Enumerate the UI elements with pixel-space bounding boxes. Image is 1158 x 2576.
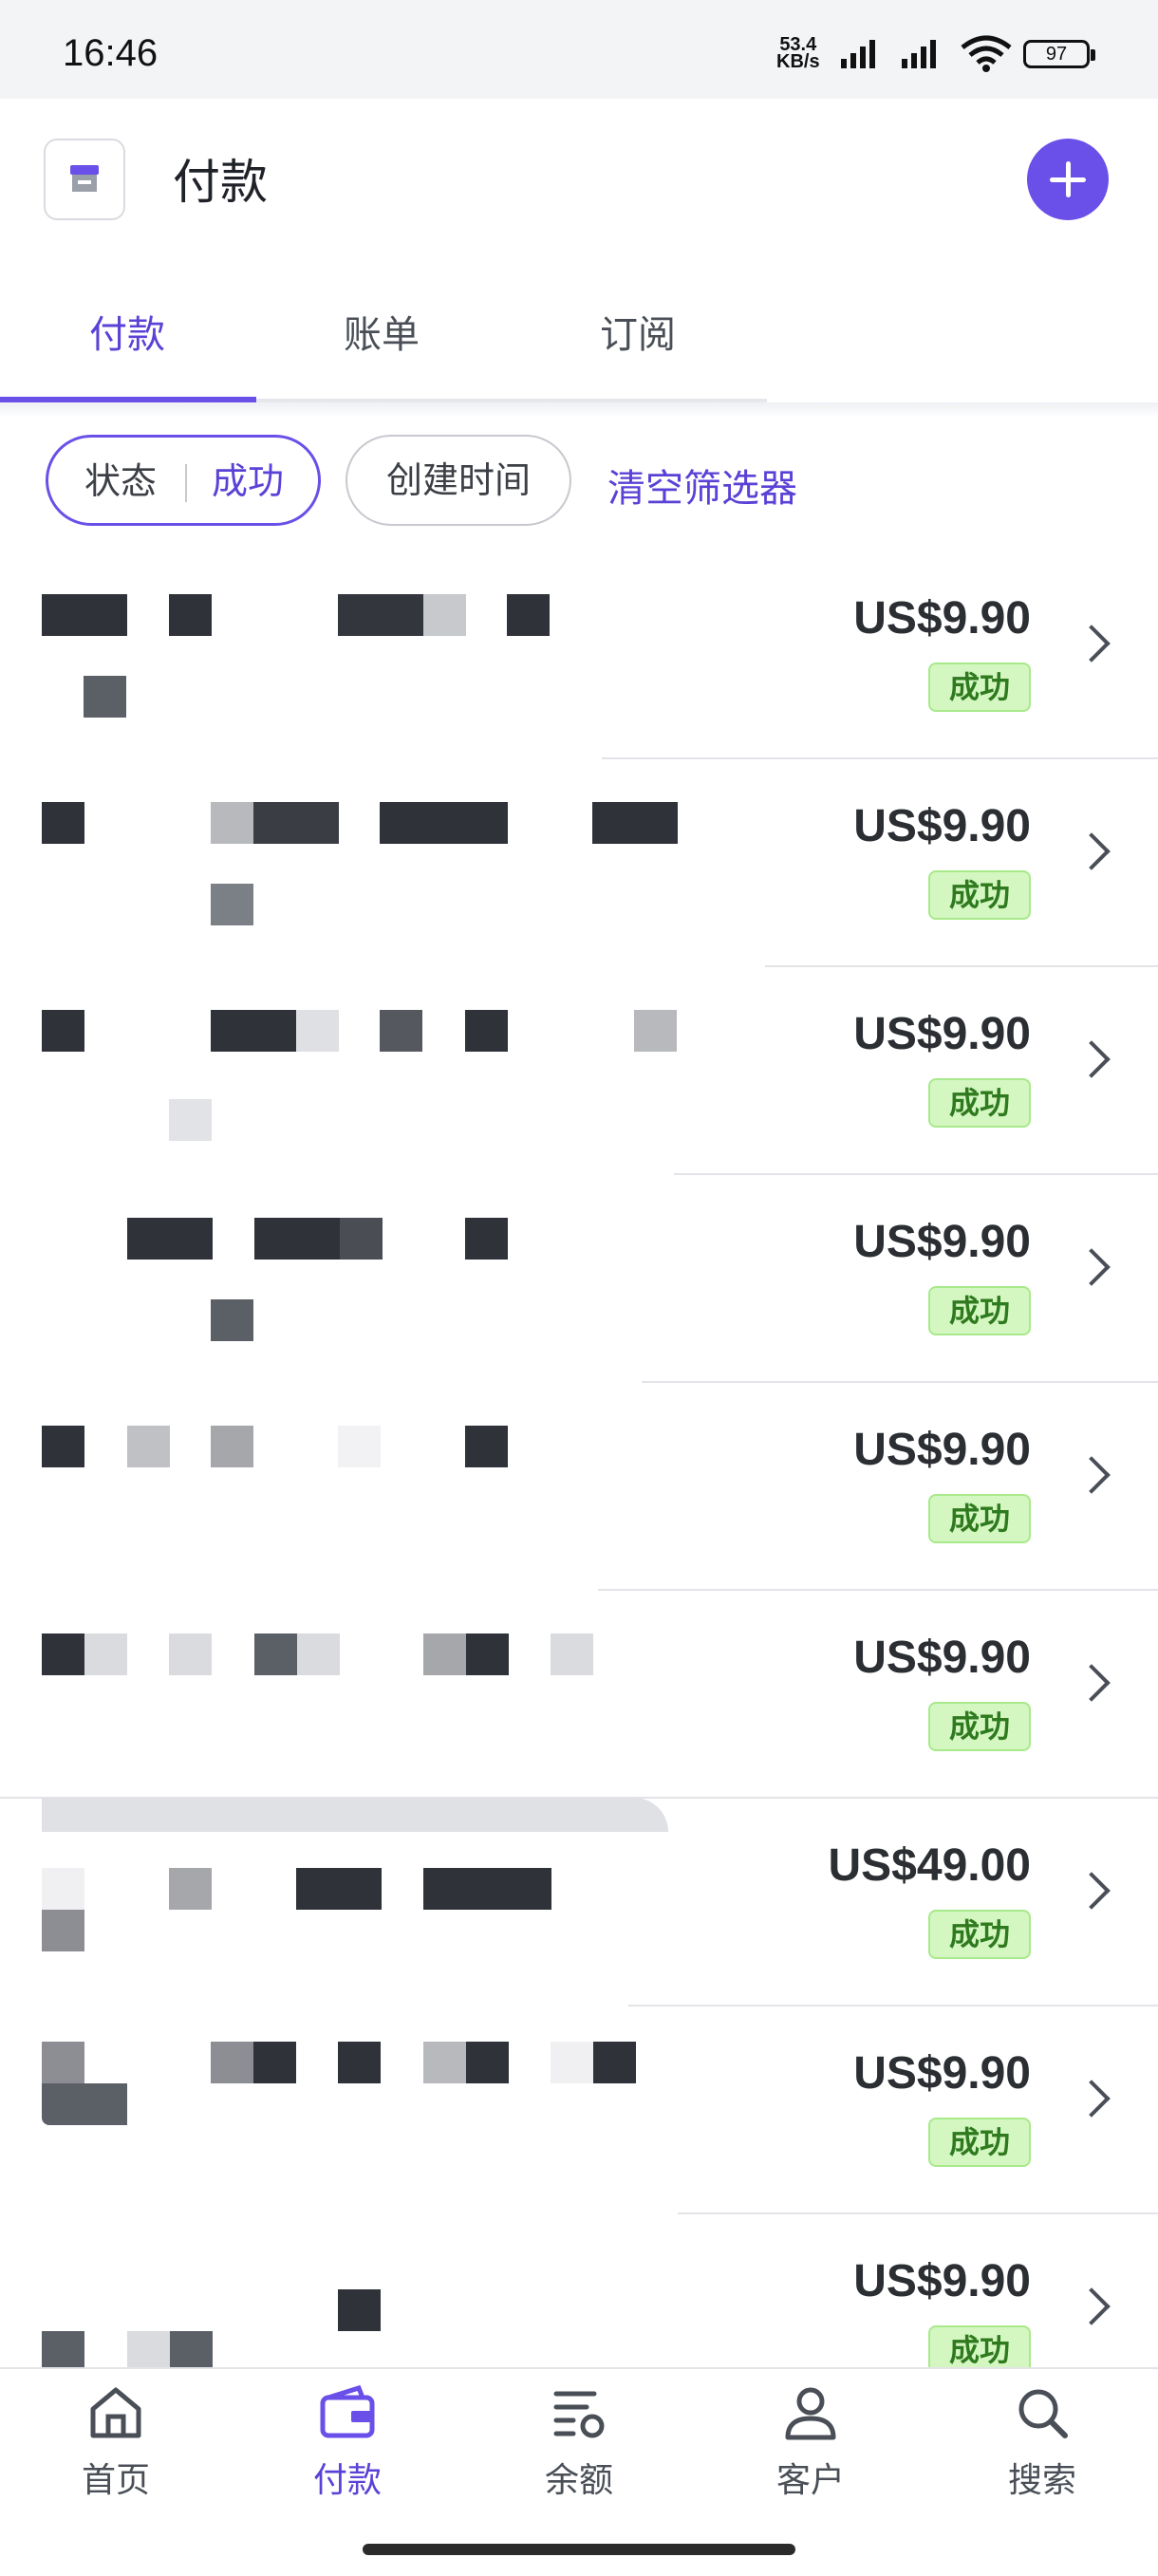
user-icon	[785, 2387, 836, 2440]
chevron-right-icon	[1073, 2287, 1111, 2325]
chevron-right-icon	[1073, 1248, 1111, 1286]
nav-payments[interactable]: 付款	[271, 2382, 423, 2534]
wallet-icon	[320, 2384, 375, 2438]
payment-amount: US$9.90	[853, 2256, 1031, 2306]
status-badge: 成功	[928, 2118, 1031, 2167]
payment-amount: US$49.00	[828, 1840, 1032, 1891]
status-badge: 成功	[928, 1078, 1031, 1128]
chevron-right-icon	[1073, 625, 1111, 663]
balance-icon	[553, 2391, 605, 2438]
payment-amount: US$9.90	[853, 1009, 1031, 1059]
status-filter-value: 成功	[212, 460, 285, 502]
tab-payments[interactable]: 付款	[89, 304, 165, 359]
payment-row[interactable]: US$49.00 成功	[0, 1798, 1158, 2007]
payment-row[interactable]: US$9.90 成功	[0, 1174, 1158, 1383]
status-badge: 成功	[928, 1494, 1031, 1543]
tab-invoices[interactable]: 账单	[344, 304, 420, 359]
wifi-icon	[961, 35, 1012, 72]
nav-label-payments: 付款	[312, 2461, 382, 2500]
chevron-right-icon	[1073, 1040, 1111, 1078]
status-badge: 成功	[928, 2325, 1031, 2373]
payment-amount: US$9.90	[853, 801, 1031, 851]
signal-icon	[841, 40, 875, 68]
signal-icon-2	[902, 40, 936, 68]
clear-filters-link[interactable]: 清空筛选器	[607, 457, 797, 513]
nav-label-customers: 客户	[775, 2461, 845, 2500]
tab-subscriptions[interactable]: 订阅	[600, 304, 676, 359]
nav-label-balance: 余额	[544, 2461, 613, 2500]
status-badge: 成功	[928, 1910, 1031, 1959]
chevron-right-icon	[1073, 2080, 1111, 2118]
payment-amount: US$9.90	[853, 2048, 1031, 2099]
payment-amount: US$9.90	[853, 1425, 1031, 1475]
nav-customers[interactable]: 客户	[735, 2382, 887, 2534]
payment-row[interactable]: US$9.90 成功	[0, 2006, 1158, 2214]
nav-label-home: 首页	[81, 2461, 150, 2500]
chevron-right-icon	[1073, 832, 1111, 870]
network-speed: 53.4 KB/s	[776, 35, 820, 72]
payment-row[interactable]: US$9.90 成功	[0, 551, 1158, 759]
nav-label-search: 搜索	[1007, 2461, 1076, 2500]
home-indicator[interactable]	[363, 2544, 795, 2555]
add-payment-button[interactable]	[1027, 139, 1109, 220]
payment-row[interactable]: US$9.90 成功	[0, 1382, 1158, 1591]
status-badge: 成功	[928, 1702, 1031, 1751]
payment-row[interactable]: US$9.90 成功	[0, 966, 1158, 1175]
nav-search[interactable]: 搜索	[966, 2382, 1118, 2534]
home-icon	[90, 2387, 141, 2438]
status-badge: 成功	[928, 663, 1031, 712]
nav-home[interactable]: 首页	[40, 2382, 192, 2534]
payment-list: US$9.90 成功 US$9.90 成功 US$9.90 成功 US$9.90…	[0, 551, 1158, 2373]
payment-row[interactable]: US$9.90 成功	[0, 2213, 1158, 2373]
status-badge: 成功	[928, 1286, 1031, 1335]
tab-bar: 付款 账单 订阅	[0, 275, 1158, 418]
payment-amount: US$9.90	[853, 1217, 1031, 1267]
battery-indicator: 97	[1023, 40, 1095, 68]
created-time-filter-chip[interactable]: 创建时间	[346, 435, 571, 526]
network-speed-unit: KB/s	[776, 51, 820, 72]
status-bar: 16:46 53.4 KB/s 97	[0, 0, 1158, 99]
status-badge: 成功	[928, 870, 1031, 920]
payment-amount: US$9.90	[853, 593, 1031, 644]
status-time: 16:46	[63, 32, 159, 74]
payment-row[interactable]: US$9.90 成功	[0, 758, 1158, 967]
search-icon	[1018, 2389, 1068, 2438]
store-icon	[70, 165, 99, 192]
payment-amount: US$9.90	[853, 1633, 1031, 1683]
status-filter-key: 状态	[84, 460, 158, 502]
store-button[interactable]	[44, 139, 125, 220]
chevron-right-icon	[1073, 1872, 1111, 1910]
app-header: 付款	[0, 99, 1158, 260]
payment-row[interactable]: US$9.90 成功	[0, 1590, 1158, 1799]
page-title: 付款	[173, 155, 268, 210]
status-filter-chip[interactable]: 状态 成功	[46, 435, 321, 526]
chevron-right-icon	[1073, 1456, 1111, 1494]
nav-balance[interactable]: 余额	[503, 2382, 655, 2534]
chevron-right-icon	[1073, 1664, 1111, 1702]
